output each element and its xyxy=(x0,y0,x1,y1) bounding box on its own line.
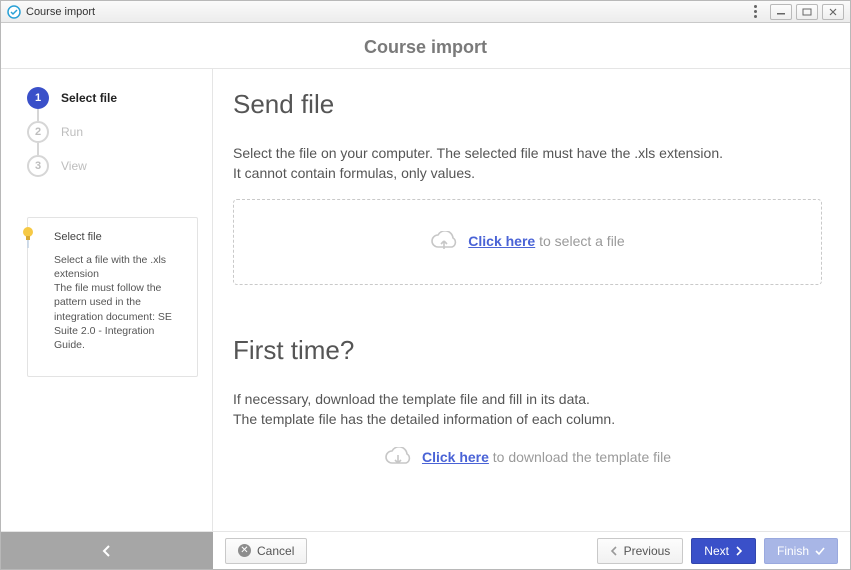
page-title: Course import xyxy=(1,23,850,68)
file-dropzone[interactable]: Click here to select a file xyxy=(233,199,822,285)
chevron-left-icon xyxy=(610,546,618,556)
lightbulb-icon xyxy=(20,226,36,242)
cancel-icon: ✕ xyxy=(238,544,251,557)
chevron-right-icon xyxy=(735,546,743,556)
app-icon xyxy=(7,5,21,19)
titlebar: Course import xyxy=(1,1,850,23)
finish-button[interactable]: Finish xyxy=(764,538,838,564)
maximize-button[interactable] xyxy=(796,4,818,20)
section-heading-first-time: First time? xyxy=(233,335,822,366)
step-label: Select file xyxy=(61,91,117,105)
cancel-button[interactable]: ✕ Cancel xyxy=(225,538,307,564)
step-view[interactable]: 3 View xyxy=(27,155,198,177)
download-template-rest: to download the template file xyxy=(489,449,671,465)
wizard-footer: ✕ Cancel Previous Next Finish xyxy=(1,531,850,569)
cloud-upload-icon xyxy=(430,231,458,253)
minimize-button[interactable] xyxy=(770,4,792,20)
first-time-description: If necessary, download the template file… xyxy=(233,390,822,429)
download-template-link[interactable]: Click here xyxy=(422,449,489,465)
window: Course import Course import 1 Select fil… xyxy=(0,0,851,570)
hint-title: Select file xyxy=(54,230,187,245)
select-file-link[interactable]: Click here xyxy=(468,233,535,249)
kebab-menu-icon[interactable] xyxy=(748,5,762,18)
step-select-file[interactable]: 1 Select file xyxy=(27,87,198,109)
send-description: Select the file on your computer. The se… xyxy=(233,144,822,183)
wizard-steps: 1 Select file 2 Run 3 View xyxy=(27,87,198,189)
step-run[interactable]: 2 Run xyxy=(27,121,198,143)
download-template-row: Click here to download the template file xyxy=(233,447,822,469)
step-number: 3 xyxy=(27,155,49,177)
previous-button[interactable]: Previous xyxy=(597,538,684,564)
window-title: Course import xyxy=(26,6,95,18)
hint-card: Select file Select a file with the .xls … xyxy=(27,217,198,377)
section-heading-send: Send file xyxy=(233,89,822,120)
close-button[interactable] xyxy=(822,4,844,20)
step-label: View xyxy=(61,159,87,173)
step-number: 2 xyxy=(27,121,49,143)
step-label: Run xyxy=(61,125,83,139)
check-icon xyxy=(815,546,825,556)
back-bar-button[interactable] xyxy=(1,532,213,569)
select-file-rest: to select a file xyxy=(535,233,625,249)
step-number: 1 xyxy=(27,87,49,109)
hint-body: Select a file with the .xls extension Th… xyxy=(54,253,187,352)
next-button[interactable]: Next xyxy=(691,538,756,564)
cloud-download-icon xyxy=(384,447,412,469)
main-content: Send file Select the file on your comput… xyxy=(213,69,850,531)
wizard-sidebar: 1 Select file 2 Run 3 View Select f xyxy=(1,69,213,531)
chevron-left-icon xyxy=(101,545,113,557)
